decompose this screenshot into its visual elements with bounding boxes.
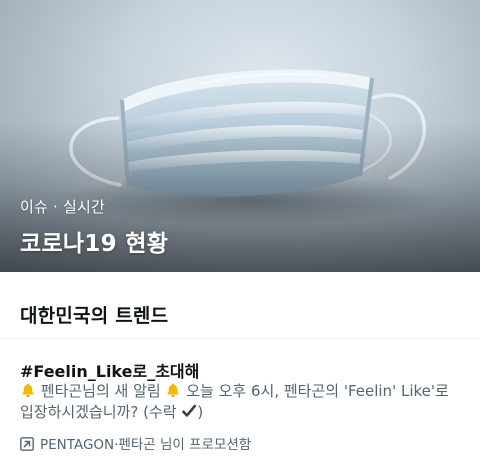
trend-description-part1: 펜타곤님의 새 알림 xyxy=(36,382,166,400)
explore-page: 이슈 · 실시간 코로나19 현황 대한민국의 트렌드 #Feelin_Like로_… xyxy=(0,0,480,466)
promoted-by-text: PENTAGON·펜타곤 님이 프로모션함 xyxy=(40,437,252,453)
event-title: 코로나19 현황 xyxy=(20,231,169,257)
featured-event-banner[interactable]: 이슈 · 실시간 코로나19 현황 xyxy=(0,0,480,272)
section-divider xyxy=(0,338,480,339)
bell-emoji-icon xyxy=(165,382,181,398)
trend-description: 펜타곤님의 새 알림 오늘 오후 6시, 펜타곤의 'Feelin' Like'… xyxy=(20,381,460,423)
promoted-trend-item[interactable]: #Feelin_Like로_초대해 펜타곤님의 새 알림 오늘 오후 6시, 펜… xyxy=(0,340,480,466)
bell-emoji-icon xyxy=(20,382,36,398)
event-category: 이슈 xyxy=(20,198,49,216)
trends-section-title: 대한민국의 트렌드 xyxy=(20,305,169,327)
trend-hashtag[interactable]: #Feelin_Like로_초대해 xyxy=(20,358,199,382)
promoted-by-line[interactable]: PENTAGON·펜타곤 님이 프로모션함 xyxy=(20,433,251,453)
event-context: 이슈 · 실시간 xyxy=(20,196,105,217)
check-mark-emoji-icon xyxy=(181,403,197,419)
event-separator: · xyxy=(53,198,58,216)
event-timeframe: 실시간 xyxy=(62,198,105,216)
promoted-arrow-icon xyxy=(20,437,34,451)
trend-description-part3: ) xyxy=(197,403,204,421)
